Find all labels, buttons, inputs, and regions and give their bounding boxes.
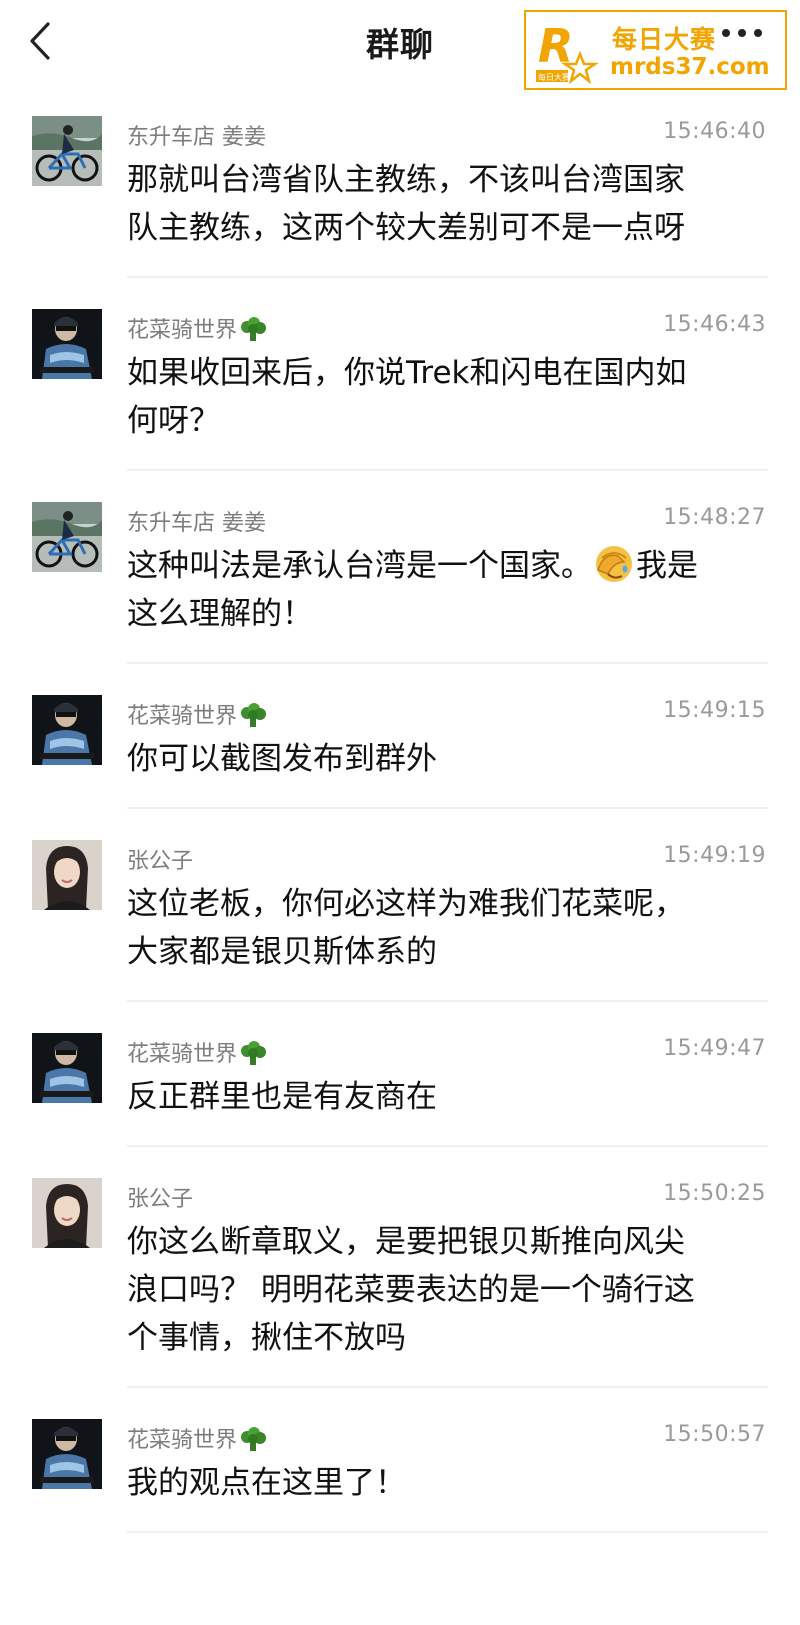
message-text[interactable]: 这种叫法是承认台湾是一个国家。 我是 这么理解的！ [127,542,767,638]
watermark-brand: 每日大赛 [612,25,717,54]
broccoli-icon [241,1427,267,1451]
message-text[interactable]: 如果收回来后，你说Trek和闪电在国内如 何呀？ [127,349,767,445]
message-line: 我的观点在这里了！ [127,1465,406,1501]
watermark-logo: R 每日大赛 每日大赛 mrds37.com [524,10,787,90]
message-item: 东升车店 姜姜 15:48:27 这种叫法是承认台湾是一个国家。 我是 这么理解… [0,470,800,664]
message-text[interactable]: 这位老板，你何必这样为难我们花菜呢， 大家都是银贝斯体系的 [127,880,767,976]
message-text[interactable]: 我的观点在这里了！ [127,1459,767,1507]
sender-label: 花菜骑世界 [127,704,238,729]
woman-avatar[interactable] [32,1178,102,1248]
message-item: 张公子 15:49:19 这位老板，你何必这样为难我们花菜呢， 大家都是银贝斯体… [0,808,800,1002]
message-time: 15:49:19 [663,843,766,868]
message-line: 浪口吗？ 明明花菜要表达的是一个骑行这 [127,1272,695,1308]
message-item: 花菜骑世界 15:49:15 你可以截图发布到群外 [0,663,800,809]
rider-avatar[interactable] [32,695,102,765]
broccoli-icon [241,317,267,341]
more-horizontal-icon[interactable] [720,26,764,40]
woman-avatar[interactable] [32,840,102,910]
message-line: 这位老板，你何必这样为难我们花菜呢， [127,886,685,922]
message-text[interactable]: 反正群里也是有友商在 [127,1073,767,1121]
rider-avatar[interactable] [32,1419,102,1489]
message-text[interactable]: 你可以截图发布到群外 [127,735,767,783]
message-line: 那就叫台湾省队主教练，不该叫台湾国家 [127,162,685,198]
message-item: 张公子 15:50:25 你这么断章取义，是要把银贝斯推向风尖 浪口吗？ 明明花… [0,1146,800,1388]
message-list: 东升车店 姜姜 15:46:40 那就叫台湾省队主教练，不该叫台湾国家 队主教练… [0,84,800,1533]
sender-name: 东升车店 姜姜 [127,125,266,150]
broccoli-icon [241,1041,267,1065]
message-time: 15:46:43 [663,312,766,337]
message-line: 你这么断章取义，是要把银贝斯推向风尖 [127,1224,685,1260]
watermark-url: mrds37.com [610,54,770,80]
message-time: 15:49:15 [663,698,766,723]
rider-avatar[interactable] [32,1033,102,1103]
facepalm-emoji-icon [596,546,632,582]
sender-label: 花菜骑世界 [127,318,238,343]
message-item: 花菜骑世界 15:46:43 如果收回来后，你说Trek和闪电在国内如 何呀？ [0,277,800,471]
message-line: 这么理解的！ [127,596,313,632]
svg-text:每日大赛: 每日大赛 [538,72,570,82]
message-text[interactable]: 那就叫台湾省队主教练，不该叫台湾国家 队主教练，这两个较大差别可不是一点呀 [127,156,767,252]
message-line: 反正群里也是有友商在 [127,1079,437,1115]
message-time: 15:50:57 [663,1422,766,1447]
sender-name: 花菜骑世界 [127,312,267,344]
message-line: 个事情，揪住不放吗 [127,1320,406,1356]
cyclist-avatar[interactable] [32,116,102,186]
message-line: 队主教练，这两个较大差别可不是一点呀 [127,210,685,246]
message-line: 如果收回来后，你说Trek和闪电在国内如 [127,355,687,391]
message-item: 花菜骑世界 15:50:57 我的观点在这里了！ [0,1387,800,1533]
sender-label: 花菜骑世界 [127,1042,238,1067]
message-fragment: 这种叫法是承认台湾是一个国家。 [127,548,592,584]
message-line: 大家都是银贝斯体系的 [127,934,437,970]
broccoli-icon [241,703,267,727]
message-item: 东升车店 姜姜 15:46:40 那就叫台湾省队主教练，不该叫台湾国家 队主教练… [0,84,800,278]
message-fragment: 我是 [636,548,698,584]
message-time: 15:49:47 [663,1036,766,1061]
rider-avatar[interactable] [32,309,102,379]
sender-name: 张公子 [127,1187,194,1212]
message-time: 15:48:27 [663,505,766,530]
message-time: 15:46:40 [663,119,766,144]
sender-name: 张公子 [127,849,194,874]
brand-logo-icon: R 每日大赛 [536,19,598,84]
sender-label: 花菜骑世界 [127,1428,238,1453]
sender-name: 花菜骑世界 [127,1422,267,1454]
message-line: 何呀？ [127,403,220,439]
cyclist-avatar[interactable] [32,502,102,572]
sender-name: 花菜骑世界 [127,1036,267,1068]
message-time: 15:50:25 [663,1181,766,1206]
sender-name: 东升车店 姜姜 [127,511,266,536]
message-line: 你可以截图发布到群外 [127,741,437,777]
message-line: 这种叫法是承认台湾是一个国家。 我是 [127,542,767,590]
message-item: 花菜骑世界 15:49:47 反正群里也是有友商在 [0,1001,800,1147]
divider [127,1531,768,1533]
sender-name: 花菜骑世界 [127,698,267,730]
message-text[interactable]: 你这么断章取义，是要把银贝斯推向风尖 浪口吗？ 明明花菜要表达的是一个骑行这 个… [127,1218,767,1362]
